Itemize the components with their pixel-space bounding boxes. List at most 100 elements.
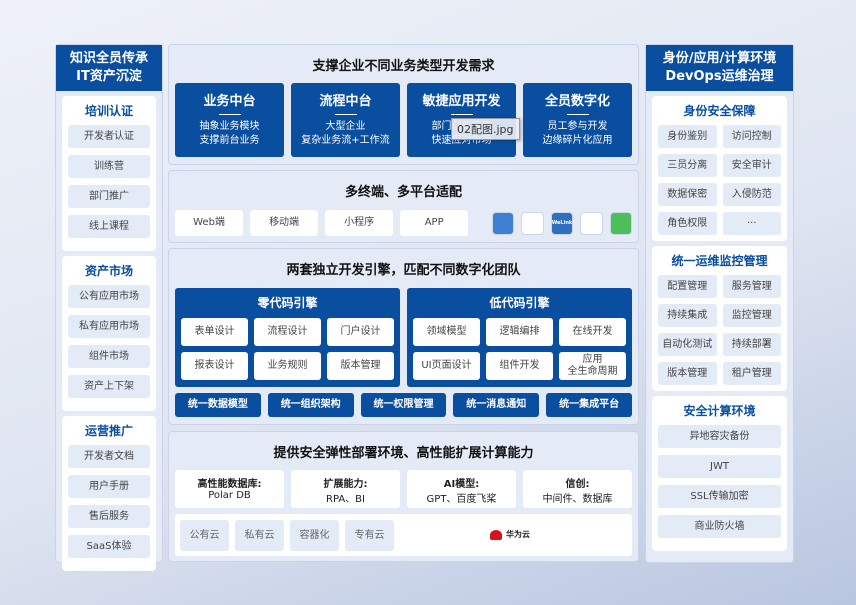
title-line: DevOps运维治理: [648, 68, 791, 86]
feature-chip[interactable]: JWT: [658, 455, 781, 478]
engine-title: 零代码引擎: [181, 294, 394, 311]
engine-feature[interactable]: 应用 全生命周期: [559, 352, 626, 380]
feature-chip[interactable]: 异地容灾备份: [658, 425, 781, 448]
engine-feature[interactable]: 领域模型: [413, 318, 480, 346]
engine-feature[interactable]: 在线开发: [559, 318, 626, 346]
card-line: 抽象业务模块: [177, 120, 282, 134]
capability-label: 扩展能力:: [291, 475, 400, 490]
divider: [335, 114, 357, 115]
unified-capability[interactable]: 统一消息通知: [453, 393, 539, 417]
engine-feature[interactable]: UI页面设计: [413, 352, 480, 380]
feature-chip[interactable]: 组件市场: [68, 345, 150, 368]
vendor-name: 华为云: [506, 529, 530, 540]
capability-card: 扩展能力:RPA、BI: [291, 470, 400, 508]
feature-chip[interactable]: 持续集成: [658, 304, 717, 327]
section-title: 支撑企业不同业务类型开发需求: [175, 55, 632, 74]
engine-panel: 低代码引擎领域模型逻辑编排在线开发UI页面设计组件开发应用 全生命周期: [407, 288, 632, 387]
cloud-chip[interactable]: 专有云: [345, 520, 394, 551]
feature-chip[interactable]: 商业防火墙: [658, 515, 781, 538]
feature-chip[interactable]: 开发者文档: [68, 445, 150, 468]
left-column-title: 知识全员传承IT资产沉淀: [56, 45, 162, 91]
unified-capability[interactable]: 统一组织架构: [268, 393, 354, 417]
engine-section: 两套独立开发引擎，匹配不同数字化团队 零代码引擎表单设计流程设计门户设计报表设计…: [168, 248, 639, 425]
unified-capability[interactable]: 统一集成平台: [546, 393, 632, 417]
feature-chip[interactable]: 访问控制: [723, 125, 782, 148]
feature-chip[interactable]: 资产上下架: [68, 375, 150, 398]
feature-chip[interactable]: 角色权限: [658, 212, 717, 235]
feature-chip[interactable]: 监控管理: [723, 304, 782, 327]
feature-chip[interactable]: 持续部署: [723, 333, 782, 356]
section-title: 提供安全弹性部署环境、高性能扩展计算能力: [175, 442, 632, 461]
business-section: 支撑企业不同业务类型开发需求 业务中台抽象业务模块支撑前台业务流程中台大型企业复…: [168, 44, 639, 165]
feature-chip[interactable]: 三员分离: [658, 154, 717, 177]
unified-capability[interactable]: 统一权限管理: [361, 393, 447, 417]
card-line: 大型企业: [293, 120, 398, 134]
chip-grid: 身份鉴别访问控制三员分离安全审计数据保密入侵防范角色权限 ···: [658, 125, 781, 235]
feature-chip[interactable]: 身份鉴别: [658, 125, 717, 148]
feature-chip[interactable]: 配置管理: [658, 275, 717, 298]
divider: [219, 114, 241, 115]
feature-chip[interactable]: SSL传输加密: [658, 485, 781, 508]
capability-value: RPA、BI: [291, 490, 400, 505]
group-0: 培训认证开发者认证训练营部门推广线上课程: [62, 96, 156, 251]
capability-card: 高性能数据库:Polar DB: [175, 470, 284, 508]
business-card[interactable]: 流程中台大型企业复杂业务流+工作流: [291, 83, 400, 157]
engine-feature[interactable]: 组件开发: [486, 352, 553, 380]
group-title: 安全计算环境: [658, 402, 781, 419]
feature-chip[interactable]: 售后服务: [68, 505, 150, 528]
huawei-cloud-logo: 华为云: [490, 529, 530, 540]
card-line: 边缘碎片化应用: [525, 134, 630, 148]
group-title: 统一运维监控管理: [658, 252, 781, 269]
engine-feature[interactable]: 版本管理: [327, 352, 394, 380]
title-line: 身份/应用/计算环境: [648, 50, 791, 68]
feature-chip[interactable]: 自动化测试: [658, 333, 717, 356]
platform-chip[interactable]: Web端: [175, 210, 243, 236]
huawei-flower-icon: [490, 530, 502, 540]
feature-chip[interactable]: 部门推广: [68, 185, 150, 208]
engine-feature[interactable]: 报表设计: [181, 352, 248, 380]
welink-label: WeLink: [552, 221, 573, 226]
feature-chip[interactable]: 租户管理: [723, 362, 782, 385]
cloud-chip[interactable]: 公有云: [180, 520, 229, 551]
engine-feature[interactable]: 流程设计: [254, 318, 321, 346]
section-title: 两套独立开发引擎，匹配不同数字化团队: [175, 259, 632, 278]
feature-chip[interactable]: 线上课程: [68, 215, 150, 238]
feature-chip[interactable]: 开发者认证: [68, 125, 150, 148]
feature-chip[interactable]: 入侵防范: [723, 183, 782, 206]
capability-value: GPT、百度飞桨: [407, 490, 516, 505]
title-line: 知识全员传承: [58, 50, 160, 68]
business-card[interactable]: 业务中台抽象业务模块支撑前台业务: [175, 83, 284, 157]
feature-chip[interactable]: 私有应用市场: [68, 315, 150, 338]
platform-chip[interactable]: 小程序: [325, 210, 393, 236]
cloud-chip[interactable]: 容器化: [290, 520, 339, 551]
engine-feature[interactable]: 业务规则: [254, 352, 321, 380]
group-1: 资产市场公有应用市场私有应用市场组件市场资产上下架: [62, 256, 156, 411]
platform-chip[interactable]: 移动端: [250, 210, 318, 236]
card-title: 流程中台: [293, 90, 398, 109]
feature-chip[interactable]: 安全审计: [723, 154, 782, 177]
group-title: 培训认证: [68, 102, 150, 119]
engine-feature[interactable]: 门户设计: [327, 318, 394, 346]
chip-grid: 配置管理服务管理持续集成监控管理自动化测试持续部署版本管理租户管理: [658, 275, 781, 385]
welink-icon: WeLink: [551, 212, 573, 235]
feature-chip[interactable]: 版本管理: [658, 362, 717, 385]
engine-panel: 零代码引擎表单设计流程设计门户设计报表设计业务规则版本管理: [175, 288, 400, 387]
feature-chip[interactable]: 训练营: [68, 155, 150, 178]
right-column: 身份/应用/计算环境DevOps运维治理 身份安全保障身份鉴别访问控制三员分离安…: [645, 44, 794, 563]
feature-chip[interactable]: 公有应用市场: [68, 285, 150, 308]
engine-feature[interactable]: 逻辑编排: [486, 318, 553, 346]
feature-chip[interactable]: 用户手册: [68, 475, 150, 498]
feature-chip[interactable]: ···: [723, 212, 782, 235]
unified-capability[interactable]: 统一数据模型: [175, 393, 261, 417]
card-title: 业务中台: [177, 90, 282, 109]
wecom-icon: [521, 212, 543, 235]
group-2: 安全计算环境异地容灾备份 JWT SSL传输加密商业防火墙: [652, 396, 787, 551]
engine-feature[interactable]: 表单设计: [181, 318, 248, 346]
platform-chip[interactable]: APP: [400, 210, 468, 236]
multi-platform-section: 多终端、多平台适配 Web端移动端小程序APPWeLink: [168, 170, 639, 243]
cloud-chip[interactable]: 私有云: [235, 520, 284, 551]
feature-chip[interactable]: SaaS体验: [68, 535, 150, 558]
feature-chip[interactable]: 数据保密: [658, 183, 717, 206]
business-card[interactable]: 全员数字化员工参与开发边缘碎片化应用: [523, 83, 632, 157]
feature-chip[interactable]: 服务管理: [723, 275, 782, 298]
